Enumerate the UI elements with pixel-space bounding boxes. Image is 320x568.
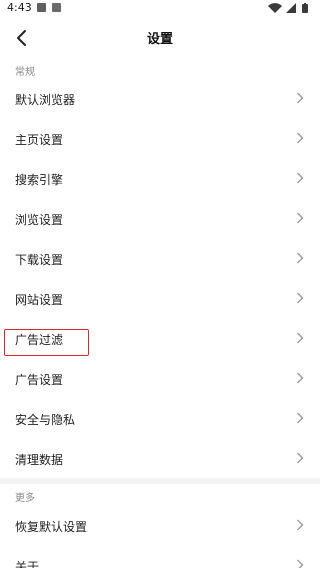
settings-item-about[interactable]: 关于 (0, 545, 320, 568)
notification-square-icon (37, 3, 46, 12)
app-header: 设置 (0, 18, 320, 58)
section-title-general: 常规 (15, 67, 35, 78)
wifi-icon (268, 3, 282, 14)
settings-item-ad-filter[interactable]: 广告过滤 (0, 318, 320, 358)
chevron-right-icon (297, 132, 304, 144)
chevron-right-icon (297, 412, 304, 424)
chevron-right-icon (297, 292, 304, 304)
notification-app-icon (52, 3, 61, 12)
chevron-right-icon (297, 252, 304, 264)
signal-icon (286, 3, 296, 13)
settings-item-label: 浏览设置 (15, 213, 64, 227)
settings-item-label: 关于 (15, 560, 40, 568)
chevron-right-icon (297, 372, 304, 384)
settings-item-download[interactable]: 下载设置 (0, 238, 320, 278)
settings-screen: 4:43 设置 常规 默认浏览器 主页设置 搜索引擎 浏览设置 下载设置 网站设… (0, 0, 320, 568)
settings-item-label: 广告过滤 (15, 333, 64, 347)
settings-item-label: 恢复默认设置 (15, 520, 88, 534)
battery-icon (302, 3, 308, 13)
chevron-right-icon (297, 212, 304, 224)
settings-item-clear-data[interactable]: 清理数据 (0, 438, 320, 478)
settings-item-label: 清理数据 (15, 453, 64, 467)
settings-item-label: 广告设置 (15, 373, 64, 387)
settings-item-label: 默认浏览器 (15, 93, 76, 107)
chevron-right-icon (297, 559, 304, 568)
settings-item-label: 搜索引擎 (15, 173, 64, 187)
settings-item-restore-defaults[interactable]: 恢复默认设置 (0, 505, 320, 545)
settings-item-label: 网站设置 (15, 293, 64, 307)
section-title-more: 更多 (15, 493, 35, 504)
settings-item-website[interactable]: 网站设置 (0, 278, 320, 318)
chevron-right-icon (297, 519, 304, 531)
chevron-right-icon (297, 92, 304, 104)
section-divider (0, 478, 320, 484)
status-time: 4:43 (7, 1, 32, 14)
status-icons (268, 3, 308, 14)
settings-item-security-privacy[interactable]: 安全与隐私 (0, 398, 320, 438)
chevron-right-icon (297, 332, 304, 344)
settings-item-default-browser[interactable]: 默认浏览器 (0, 78, 320, 118)
settings-item-label: 下载设置 (15, 253, 64, 267)
settings-item-browsing[interactable]: 浏览设置 (0, 198, 320, 238)
status-bar: 4:43 (0, 0, 320, 18)
settings-item-search-engine[interactable]: 搜索引擎 (0, 158, 320, 198)
settings-item-label: 安全与隐私 (15, 413, 76, 427)
chevron-right-icon (297, 452, 304, 464)
page-title: 设置 (146, 32, 173, 47)
settings-item-ad-settings[interactable]: 广告设置 (0, 358, 320, 398)
chevron-right-icon (297, 172, 304, 184)
settings-item-label: 主页设置 (15, 133, 64, 147)
settings-item-homepage[interactable]: 主页设置 (0, 118, 320, 158)
